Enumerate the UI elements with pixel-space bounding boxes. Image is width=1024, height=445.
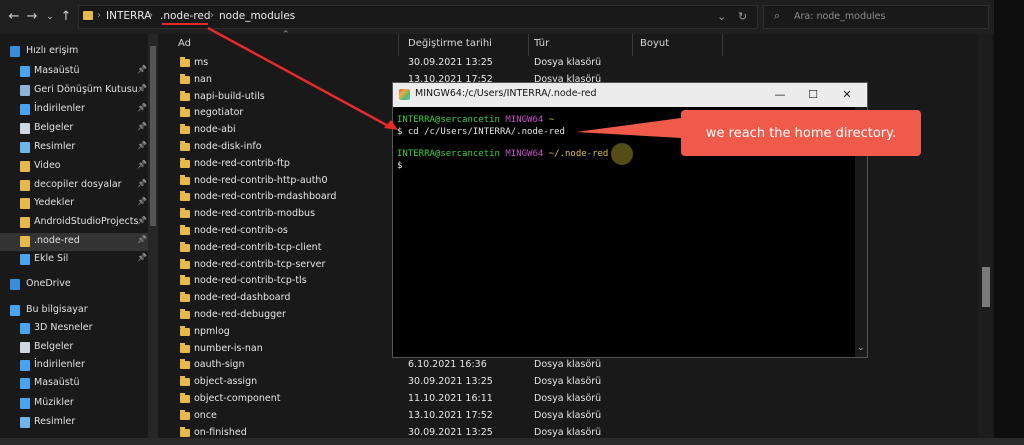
annotation-arrows <box>162 23 681 138</box>
callout-pointer <box>576 118 681 138</box>
pointer-arrow <box>207 26 393 130</box>
